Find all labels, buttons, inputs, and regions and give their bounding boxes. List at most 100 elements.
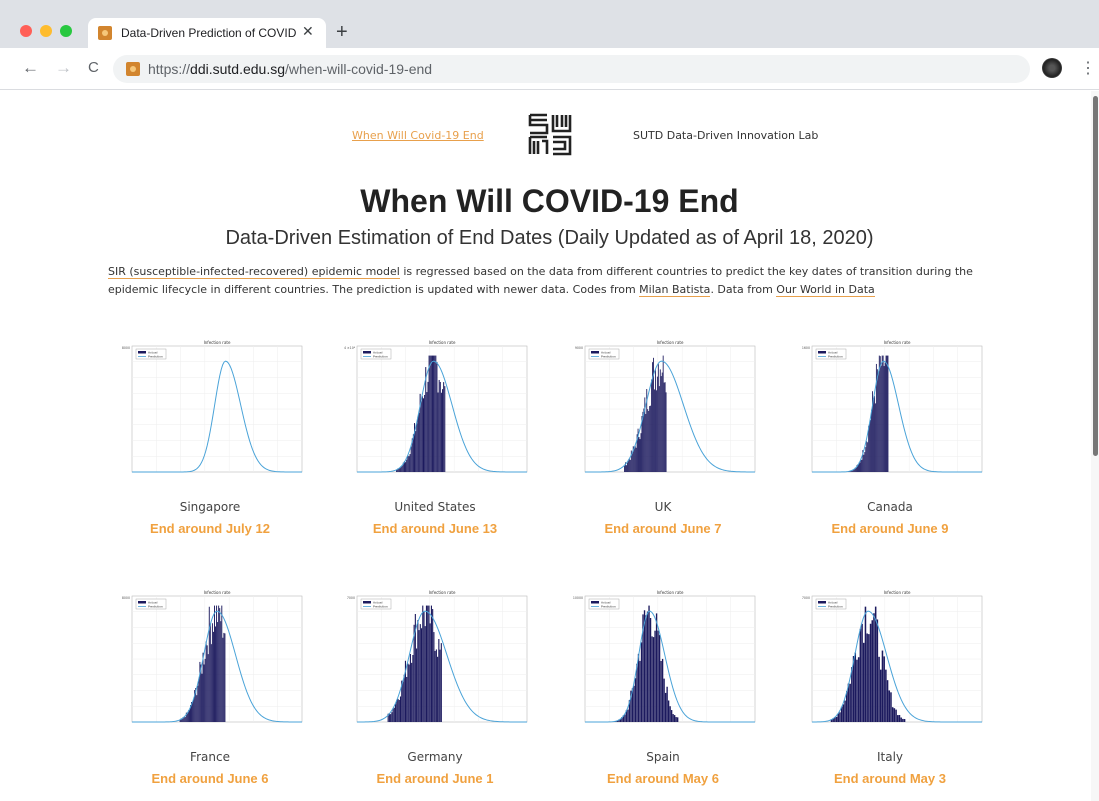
bar-actual xyxy=(438,639,440,722)
bar-actual xyxy=(649,618,652,722)
legend-swatch-actual xyxy=(138,351,146,354)
bar-actual xyxy=(405,462,407,472)
bar-actual xyxy=(648,605,650,722)
maximize-window-button[interactable] xyxy=(60,25,72,37)
bar-actual xyxy=(399,696,402,722)
url-text[interactable]: https://ddi.sutd.edu.sg/when-will-covid-… xyxy=(148,61,432,77)
y-tick-label: 8000 xyxy=(122,596,130,600)
bar-actual xyxy=(884,362,886,472)
bar-actual xyxy=(638,437,640,472)
browser-tab[interactable]: Data-Driven Prediction of COVID ✕ xyxy=(88,18,326,48)
new-tab-button[interactable]: + xyxy=(336,21,348,44)
bar-actual xyxy=(426,392,428,472)
forward-button[interactable]: → xyxy=(55,58,72,78)
bar-actual xyxy=(222,637,224,722)
bar-actual xyxy=(204,658,206,722)
y-tick-label: 10000 xyxy=(573,596,583,600)
bar-actual xyxy=(408,456,410,472)
bar-actual xyxy=(864,452,866,472)
bar-actual xyxy=(424,394,426,472)
our-world-in-data-link[interactable]: Our World in Data xyxy=(776,283,875,297)
bar-actual xyxy=(650,405,652,472)
bar-actual xyxy=(839,712,841,722)
scrollbar-thumb[interactable] xyxy=(1093,96,1098,456)
bar-actual xyxy=(420,628,423,722)
browser-menu-icon[interactable]: ⋮ xyxy=(1080,58,1096,78)
description-paragraph: SIR (susceptible-infected-recovered) epi… xyxy=(108,263,978,299)
bar-actual xyxy=(433,355,435,472)
browser-tab-bar: Data-Driven Prediction of COVID ✕ + xyxy=(0,0,1099,48)
bar-actual xyxy=(659,369,661,472)
bar-actual xyxy=(221,605,223,722)
nav-link-when-will-covid-end[interactable]: When Will Covid-19 End xyxy=(352,129,484,142)
bar-actual xyxy=(442,389,444,472)
infection-rate-chart: Infection rate8000ActualPrediction xyxy=(122,590,303,723)
bar-actual xyxy=(633,685,635,722)
bar-actual xyxy=(660,376,662,472)
bar-actual xyxy=(865,447,867,472)
end-date-prediction: End around May 6 xyxy=(607,771,719,786)
address-bar[interactable]: https://ddi.sutd.edu.sg/when-will-covid-… xyxy=(113,55,1030,83)
bar-actual xyxy=(416,423,418,472)
reload-button[interactable]: C xyxy=(88,59,99,76)
bar-actual xyxy=(639,439,641,472)
y-tick-label: 7000 xyxy=(802,596,810,600)
legend-label: Prediction xyxy=(601,605,616,609)
bar-actual xyxy=(881,355,883,472)
bar-actual xyxy=(898,715,901,722)
bar-actual xyxy=(874,606,877,722)
bar-actual xyxy=(403,674,405,722)
extension-icon[interactable] xyxy=(1042,58,1062,78)
tab-title: Data-Driven Prediction of COVID xyxy=(121,26,297,40)
bar-actual xyxy=(629,459,631,472)
bar-actual xyxy=(849,683,851,722)
bar-actual xyxy=(844,700,846,722)
country-name: Canada xyxy=(867,500,913,514)
bar-actual xyxy=(876,619,879,722)
milan-batista-link[interactable]: Milan Batista xyxy=(639,283,711,297)
bar-actual xyxy=(676,717,679,722)
bar-actual xyxy=(866,441,868,472)
bar-actual xyxy=(661,658,664,722)
bar-actual xyxy=(419,624,421,722)
bar-actual xyxy=(410,446,412,472)
bar-actual xyxy=(391,712,393,722)
bar-actual xyxy=(430,355,432,472)
bar-actual xyxy=(669,706,671,722)
page-content: When Will Covid-19 End SUTD Data-Driven … xyxy=(0,91,1090,801)
bar-actual xyxy=(902,718,904,722)
bar-actual xyxy=(420,401,422,472)
bar-actual xyxy=(661,372,663,472)
country-name: France xyxy=(190,750,230,764)
bar-actual xyxy=(209,623,211,722)
bar-actual xyxy=(431,355,433,472)
close-tab-icon[interactable]: ✕ xyxy=(302,23,314,40)
bar-actual xyxy=(624,714,626,722)
bar-actual xyxy=(877,372,879,472)
bar-actual xyxy=(430,605,432,722)
bar-actual xyxy=(886,355,888,472)
chart-title: Infection rate xyxy=(429,340,456,345)
bar-actual xyxy=(864,606,867,722)
sir-model-link[interactable]: SIR (susceptible-infected-recovered) epi… xyxy=(108,265,400,279)
country-name: Germany xyxy=(407,750,463,764)
infection-rate-chart: Infection rate9000ActualPrediction xyxy=(575,340,756,473)
page-subtitle: Data-Driven Estimation of End Dates (Dai… xyxy=(225,227,874,249)
minimize-window-button[interactable] xyxy=(40,25,52,37)
bar-actual xyxy=(643,408,645,472)
bar-actual xyxy=(428,605,430,722)
bar-actual xyxy=(434,650,436,722)
close-window-button[interactable] xyxy=(20,25,32,37)
bar-actual xyxy=(663,678,665,722)
bar-actual xyxy=(210,644,212,722)
bar-actual xyxy=(878,355,880,472)
legend-swatch-actual xyxy=(138,601,146,604)
bar-actual xyxy=(211,623,213,722)
bar-actual xyxy=(649,406,651,472)
back-button[interactable]: ← xyxy=(22,58,39,78)
bar-actual xyxy=(396,699,398,722)
bar-actual xyxy=(217,622,219,722)
chart-title: Infection rate xyxy=(884,340,911,345)
lab-name: SUTD Data-Driven Innovation Lab xyxy=(633,129,819,142)
bar-actual xyxy=(433,632,435,722)
